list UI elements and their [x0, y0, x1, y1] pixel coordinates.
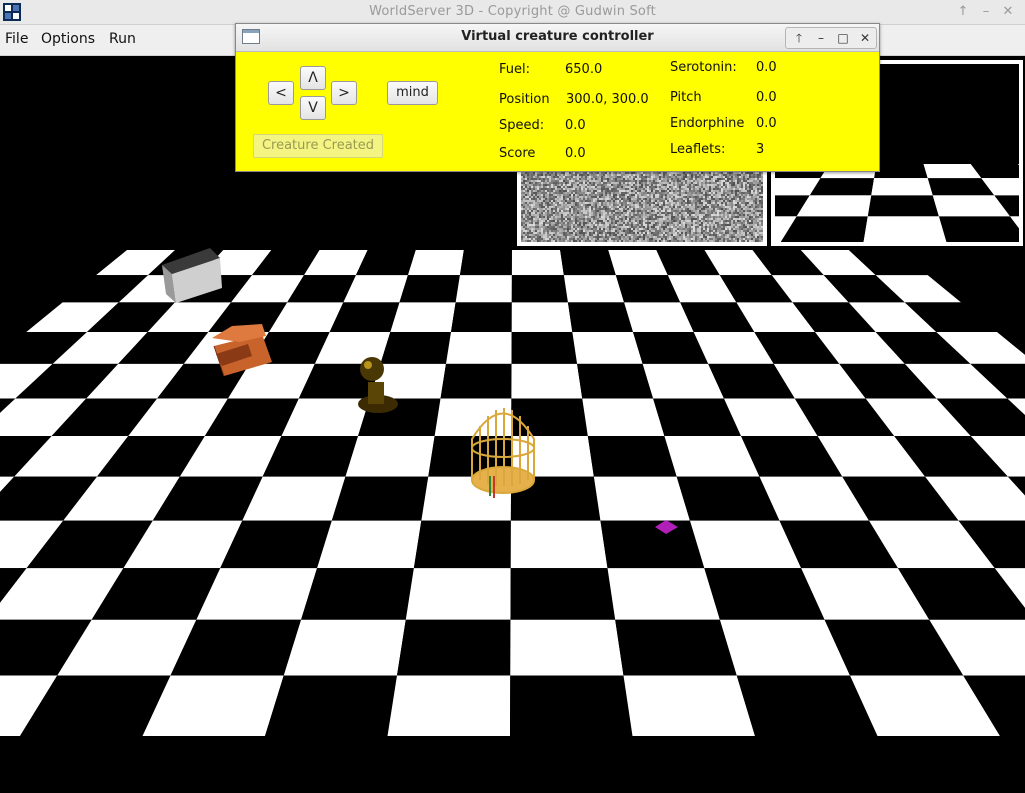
camera-view-vision — [517, 168, 767, 246]
dialog-titlebar[interactable]: Virtual creature controller 🡑 – □ ✕ — [236, 24, 879, 52]
leaflets-label: Leaflets: — [670, 142, 726, 157]
score-label: Score — [499, 146, 536, 161]
dialog-up-button[interactable]: 🡑 — [788, 28, 810, 48]
status-strip — [0, 736, 1025, 793]
dialog-maximize-button[interactable]: □ — [832, 28, 854, 48]
creature-created-button: Creature Created — [253, 134, 383, 158]
dialog-close-button[interactable]: ✕ — [854, 28, 876, 48]
menu-file[interactable]: File — [5, 31, 28, 47]
dialog-title-buttons: 🡑 – □ ✕ — [785, 27, 877, 49]
position-value: 300.0, 300.0 — [566, 92, 649, 107]
endorphine-label: Endorphine — [670, 116, 745, 131]
turn-left-button[interactable]: < — [268, 81, 294, 105]
endorphine-value: 0.0 — [756, 116, 777, 131]
window-title: WorldServer 3D - Copyright @ Gudwin Soft — [369, 4, 656, 19]
move-backward-button[interactable]: V — [300, 96, 326, 120]
turn-right-button[interactable]: > — [331, 81, 357, 105]
pitch-label: Pitch — [670, 90, 702, 105]
main-titlebar: WorldServer 3D - Copyright @ Gudwin Soft… — [0, 0, 1025, 25]
menu-options[interactable]: Options — [41, 31, 95, 47]
fuel-label: Fuel: — [499, 62, 530, 77]
creature-controller-dialog: Virtual creature controller 🡑 – □ ✕ Λ < … — [235, 23, 880, 172]
speed-value: 0.0 — [565, 118, 586, 133]
leaflets-value: 3 — [756, 142, 765, 157]
serotonin-value: 0.0 — [756, 60, 777, 75]
window-close-button[interactable]: ✕ — [999, 3, 1017, 21]
dialog-minimize-button[interactable]: – — [810, 28, 832, 48]
score-value: 0.0 — [565, 146, 586, 161]
position-label: Position — [499, 92, 550, 107]
window-up-button[interactable]: ↑ — [954, 3, 972, 21]
move-forward-button[interactable]: Λ — [300, 66, 326, 90]
serotonin-label: Serotonin: — [670, 60, 737, 75]
window-minimize-button[interactable]: – — [977, 3, 995, 21]
speed-label: Speed: — [499, 118, 545, 133]
menu-run[interactable]: Run — [109, 31, 136, 47]
pitch-value: 0.0 — [756, 90, 777, 105]
mind-button[interactable]: mind — [387, 81, 438, 105]
fuel-value: 650.0 — [565, 62, 603, 77]
dialog-title: Virtual creature controller — [461, 29, 654, 44]
